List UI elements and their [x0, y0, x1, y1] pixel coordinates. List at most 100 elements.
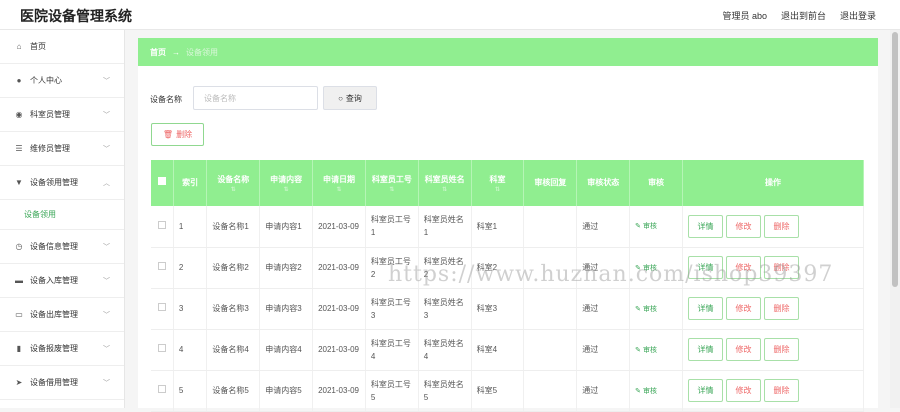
sort-icon[interactable]: ⇅: [475, 187, 521, 194]
scrollbar[interactable]: [890, 30, 900, 408]
cell-audit: ✎ 审核: [629, 247, 683, 289]
column-header-label: 科室: [489, 174, 506, 184]
monitor-icon: ▬: [15, 276, 23, 285]
detail-button[interactable]: 详情: [687, 214, 723, 238]
column-header[interactable]: 科室员工号 ⇅: [365, 160, 419, 206]
audit-link[interactable]: ✎ 审核: [635, 388, 657, 395]
row-select-cell[interactable]: [151, 329, 174, 371]
cell-staff-name: 科室员姓名2: [418, 247, 472, 289]
column-header[interactable]: 设备名称 ⇅: [206, 160, 261, 206]
edit-button[interactable]: 修改: [725, 214, 761, 238]
column-header[interactable]: 操作: [682, 160, 865, 206]
delete-button[interactable]: 删除: [763, 256, 799, 279]
cell-status: 通过: [576, 370, 631, 412]
cell-audit: ✎ 审核: [629, 329, 683, 371]
sort-icon[interactable]: ⇅: [210, 187, 256, 194]
audit-link[interactable]: ✎ 审核: [635, 347, 657, 354]
audit-link[interactable]: ✎ 审核: [635, 223, 657, 230]
detail-button[interactable]: 详情: [687, 338, 723, 361]
column-header[interactable]: 索引: [173, 160, 208, 206]
message-icon: ▭: [15, 310, 23, 319]
detail-button[interactable]: 详情: [687, 297, 723, 320]
column-header[interactable]: 申请日期 ⇅: [312, 160, 366, 206]
delete-button[interactable]: 删除: [763, 338, 799, 361]
breadcrumb-home[interactable]: 首页: [150, 47, 166, 58]
row-checkbox[interactable]: [157, 303, 166, 311]
main-panel: 首页 → 设备领用 设备名称 ○ 查询 🗑 删除 索引设备名称⇅申请内容⇅申请日…: [138, 38, 878, 412]
batch-delete-button[interactable]: 🗑 删除: [151, 123, 204, 146]
sidebar-item[interactable]: ◷ 设备信息管理 ﹀: [0, 230, 124, 264]
logout-link[interactable]: 退出登录: [840, 9, 876, 22]
cell-actions: 详情 修改 删除: [682, 370, 865, 412]
row-select-cell[interactable]: [151, 206, 174, 248]
chevron-down-icon: ﹀: [103, 346, 110, 353]
column-header[interactable]: 审核状态: [576, 160, 631, 206]
search-button[interactable]: ○ 查询: [323, 86, 377, 110]
row-select-cell[interactable]: [151, 247, 174, 289]
detail-button[interactable]: 详情: [687, 256, 723, 279]
cell-status: 通过: [576, 288, 631, 330]
bar-chart-icon: ▮: [16, 344, 22, 353]
edit-button[interactable]: 修改: [725, 338, 761, 361]
sidebar-item[interactable]: ▭ 设备出库管理 ﹀: [0, 298, 124, 332]
delete-button[interactable]: 删除: [763, 214, 799, 238]
audit-link[interactable]: ✎ 审核: [635, 306, 657, 313]
sort-icon[interactable]: ⇅: [316, 187, 362, 194]
row-checkbox[interactable]: [157, 344, 166, 352]
sidebar-item[interactable]: ▼ 设备领用管理 ︿: [0, 166, 124, 200]
audit-link[interactable]: ✎ 审核: [635, 265, 657, 272]
sort-icon[interactable]: ⇅: [263, 187, 309, 194]
sidebar-item[interactable]: ➤ 设备借用管理 ﹀: [0, 366, 124, 400]
cell-name: 设备名称3: [206, 288, 261, 330]
cell-audit: ✎ 审核: [629, 288, 683, 330]
cell-audit: ✎ 审核: [629, 206, 683, 248]
cell-content: 申请内容1: [259, 206, 314, 248]
detail-button[interactable]: 详情: [687, 379, 723, 402]
delete-button[interactable]: 删除: [763, 379, 799, 402]
sidebar-item[interactable]: ☰ 维修员管理 ﹀: [0, 132, 124, 166]
sidebar-item-label: 设备出库管理: [30, 310, 78, 319]
cell-status: 通过: [576, 247, 631, 289]
cell-index: 5: [173, 370, 208, 412]
delete-button[interactable]: 删除: [763, 297, 799, 320]
table-row: 4 设备名称4 申请内容4 2021-03-09 科室员工号4 科室员姓名4 科室4 通过 ✎ …: [151, 329, 865, 371]
sidebar-item[interactable]: ◉ 科室员管理 ﹀: [0, 98, 124, 132]
column-header-label: 申请内容: [270, 174, 303, 184]
column-header[interactable]: 审核: [629, 160, 683, 206]
column-header-label: 科室员姓名: [424, 174, 465, 184]
column-header-label: 设备名称: [217, 174, 250, 184]
sort-icon[interactable]: ⇅: [422, 187, 468, 194]
cell-staff-name: 科室员姓名1: [418, 206, 472, 248]
back-to-front-link[interactable]: 退出到前台: [781, 9, 826, 22]
sort-icon[interactable]: ⇅: [369, 187, 415, 194]
column-header[interactable]: 科室 ⇅: [471, 160, 525, 206]
edit-button[interactable]: 修改: [725, 379, 761, 402]
row-select-cell[interactable]: [151, 370, 174, 412]
row-checkbox[interactable]: [157, 385, 166, 393]
sidebar-item[interactable]: ▬ 设备入库管理 ﹀: [0, 264, 124, 298]
select-all-header[interactable]: [151, 160, 174, 206]
cell-reply: [523, 329, 578, 371]
sidebar-subitem-equipment-claim[interactable]: 设备领用: [0, 200, 124, 230]
column-header[interactable]: 科室员姓名 ⇅: [418, 160, 472, 206]
sidebar-item[interactable]: ▮ 设备报废管理 ﹀: [0, 332, 124, 366]
top-bar: 医院设备管理系统 管理员 abo 退出到前台 退出登录: [0, 0, 900, 30]
row-checkbox[interactable]: [157, 220, 166, 229]
cell-date: 2021-03-09: [312, 206, 366, 248]
column-header[interactable]: 审核回复: [523, 160, 578, 206]
sidebar-item-label: 个人中心: [30, 76, 62, 85]
row-checkbox[interactable]: [157, 262, 166, 270]
select-all-checkbox[interactable]: [157, 177, 166, 185]
scrollbar-thumb[interactable]: [892, 32, 898, 287]
sidebar-item[interactable]: ⌂ 首页: [0, 30, 124, 64]
edit-button[interactable]: 修改: [725, 256, 761, 279]
cell-staff-no: 科室员工号2: [365, 247, 419, 289]
row-select-cell[interactable]: [151, 288, 174, 330]
search-input[interactable]: [193, 86, 318, 110]
sidebar-item[interactable]: ● 个人中心 ﹀: [0, 64, 124, 98]
cell-date: 2021-03-09: [312, 288, 366, 330]
edit-button[interactable]: 修改: [725, 297, 761, 320]
cell-staff-name: 科室员姓名4: [418, 329, 472, 371]
sidebar-item-label: 设备领用管理: [30, 178, 78, 187]
column-header[interactable]: 申请内容 ⇅: [259, 160, 314, 206]
